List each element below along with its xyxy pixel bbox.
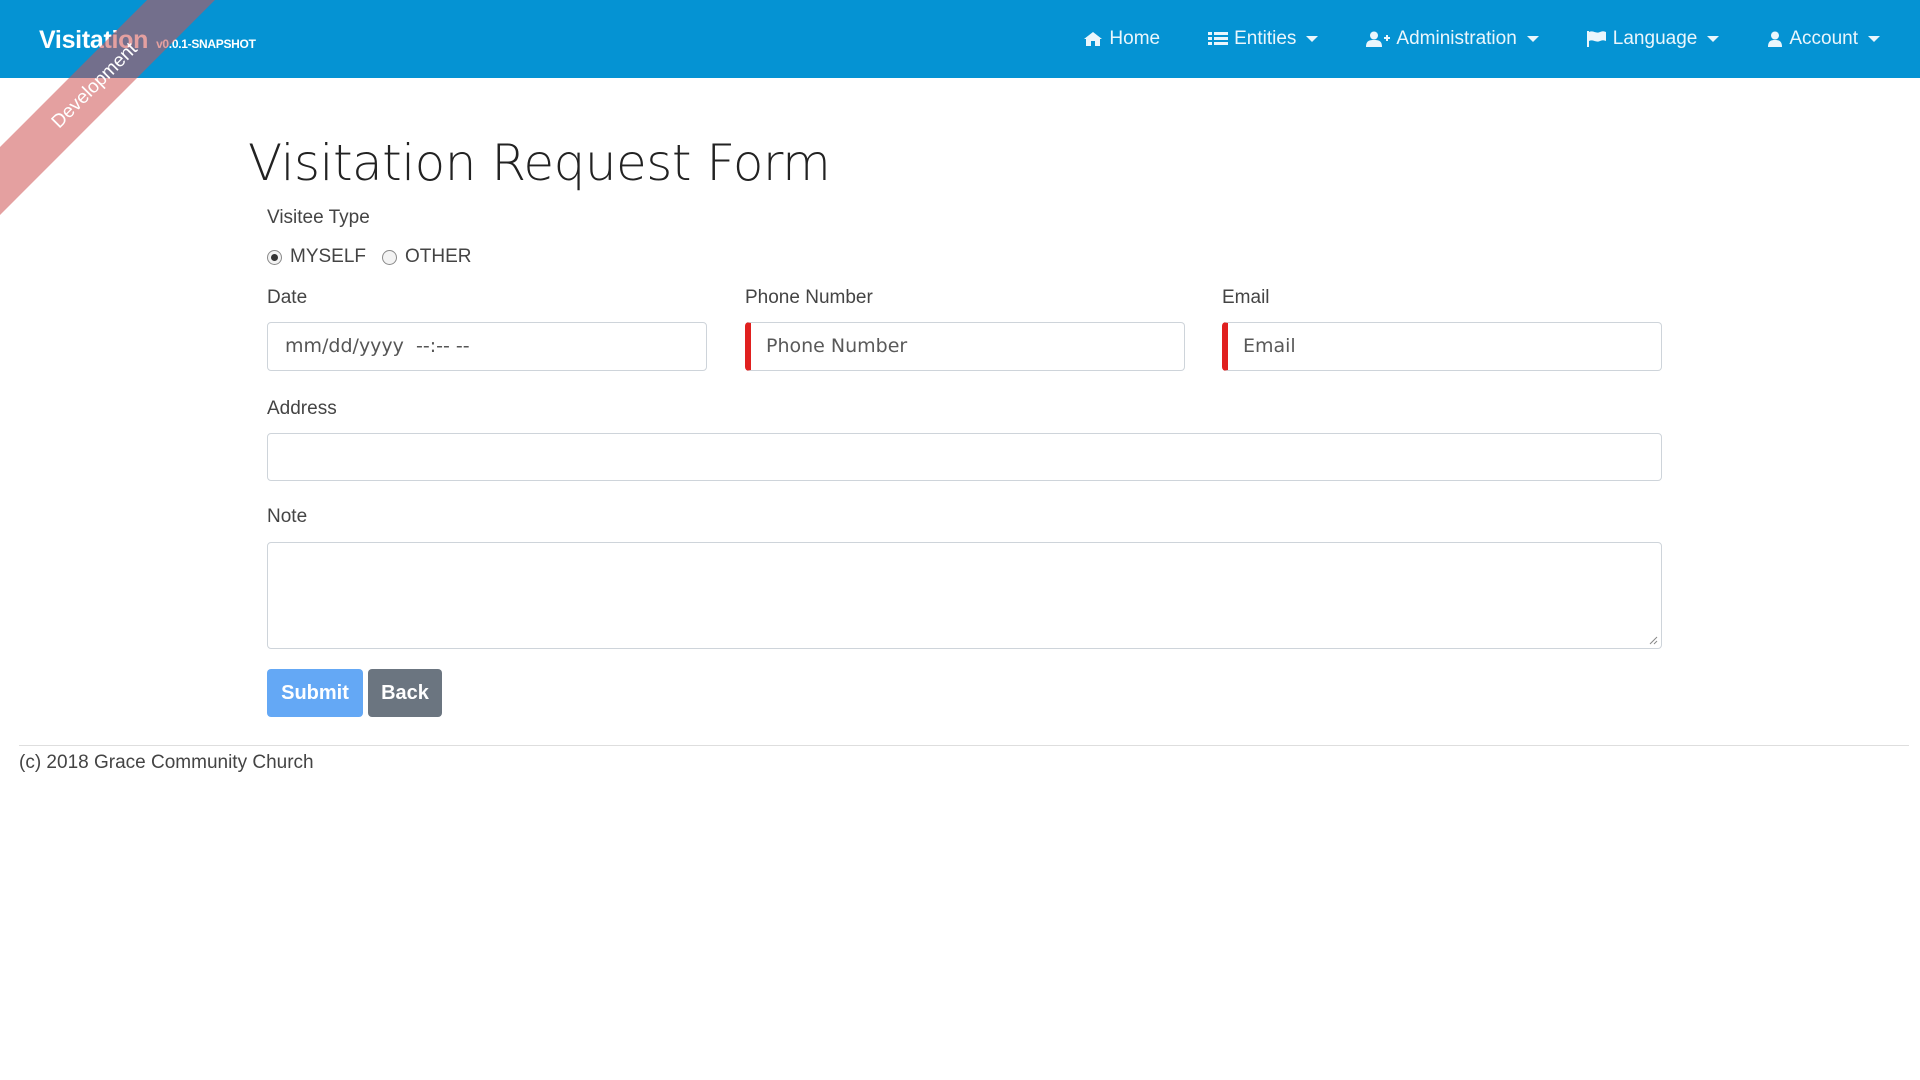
user-plus-icon [1366, 31, 1391, 47]
date-label: Date [267, 287, 308, 308]
brand-title[interactable]: Visitation [39, 26, 148, 55]
address-input[interactable] [267, 433, 1662, 481]
radio-myself-label: MYSELF [290, 246, 367, 267]
nav-item-language[interactable]: Language [1586, 28, 1720, 50]
nav-item-entities[interactable]: Entities [1208, 28, 1319, 50]
email-placeholder: Email [1243, 335, 1296, 357]
chevron-down-icon [1707, 36, 1720, 42]
radio-option-other[interactable]: OTHER [382, 246, 472, 268]
nav-item-administration-label: Administration [1396, 28, 1517, 49]
note-textarea[interactable] [267, 542, 1662, 649]
nav-menu: Home Entities Administration Language Ac… [1035, 0, 1880, 78]
phone-number-input[interactable]: Phone Number [745, 322, 1185, 371]
chevron-down-icon [1526, 36, 1539, 42]
date-input-value: mm/dd/yyyy --:-- -- [285, 335, 470, 357]
address-label: Address [267, 398, 337, 419]
nav-item-account[interactable]: Account [1767, 28, 1880, 50]
email-label: Email [1222, 287, 1270, 308]
nav-item-home[interactable]: Home [1083, 28, 1160, 50]
back-button[interactable]: Back [368, 669, 442, 717]
radio-option-myself[interactable]: MYSELF [267, 246, 366, 268]
resize-grip-icon[interactable] [1648, 635, 1658, 645]
visitee-type-label: Visitee Type [267, 207, 370, 228]
footer-divider [19, 745, 1909, 746]
list-icon [1208, 32, 1229, 45]
page-title: Visitation Request Form [248, 134, 831, 192]
radio-other-label: OTHER [405, 246, 472, 267]
phone-number-placeholder: Phone Number [766, 335, 908, 357]
navbar: Visitation v0.0.1-SNAPSHOT Home Entities [0, 0, 1920, 78]
chevron-down-icon [1306, 36, 1319, 42]
date-input[interactable]: mm/dd/yyyy --:-- -- [267, 322, 707, 371]
footer-copyright: (c) 2018 Grace Community Church [19, 752, 314, 773]
note-label: Note [267, 506, 308, 527]
phone-number-label: Phone Number [745, 287, 873, 308]
flag-icon [1586, 31, 1606, 47]
nav-item-language-label: Language [1612, 28, 1698, 49]
visitee-type-radio-group: MYSELF OTHER [267, 246, 488, 268]
brand-logo[interactable]: Visitation v0.0.1-SNAPSHOT [39, 26, 256, 55]
nav-item-account-label: Account [1789, 28, 1858, 49]
radio-other[interactable] [382, 249, 398, 265]
user-icon [1768, 31, 1783, 47]
brand-version: v0.0.1-SNAPSHOT [156, 37, 256, 51]
nav-item-administration[interactable]: Administration [1366, 28, 1539, 50]
radio-myself[interactable] [267, 249, 282, 265]
submit-button[interactable]: Submit [267, 669, 363, 717]
email-input[interactable]: Email [1222, 322, 1662, 371]
nav-item-home-label: Home [1109, 28, 1161, 49]
home-icon [1084, 32, 1103, 46]
chevron-down-icon [1868, 36, 1880, 42]
nav-item-entities-label: Entities [1234, 28, 1297, 49]
